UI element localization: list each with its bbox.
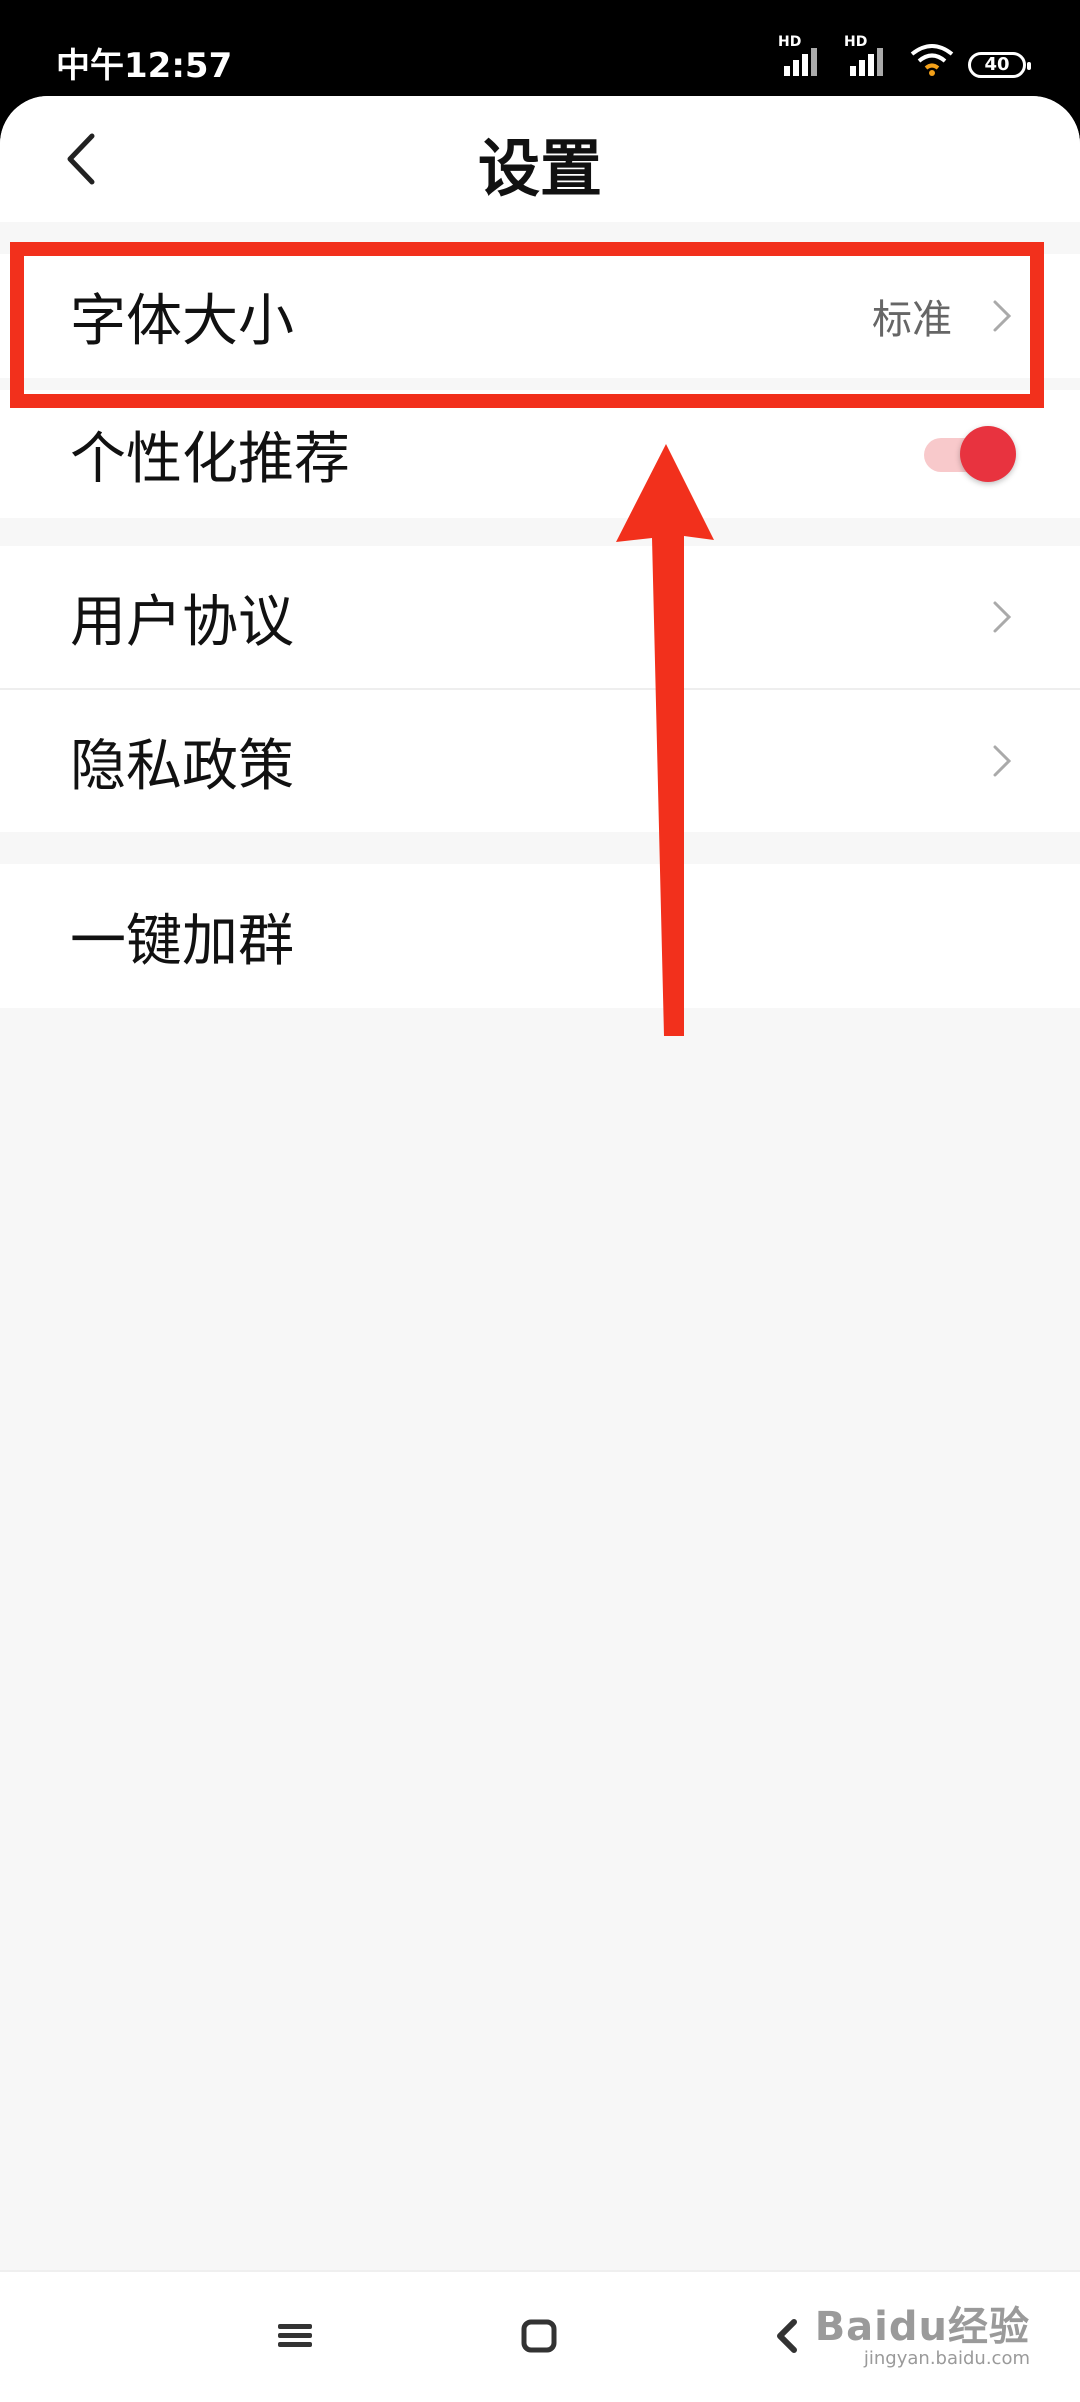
status-bar: 中午12:57 HD HD 40 [0, 0, 1080, 100]
wifi-icon [910, 44, 954, 76]
toggle-knob [960, 426, 1016, 482]
navigation-bar: Baidu经验 jingyan.baidu.com [0, 2270, 1080, 2402]
personalized-recommend-label: 个性化推荐 [70, 426, 350, 492]
join-group-label: 一键加群 [70, 908, 294, 974]
top-bar: 设置 [0, 96, 1080, 222]
join-group-row[interactable]: 一键加群 [0, 864, 1080, 1008]
baidu-watermark: Baidu经验 jingyan.baidu.com [815, 2294, 1030, 2369]
battery-icon: 40 [968, 52, 1031, 78]
personalized-recommend-toggle[interactable] [924, 426, 1016, 482]
user-agreement-label: 用户协议 [70, 589, 294, 655]
menu-icon[interactable] [266, 2306, 326, 2366]
arrow-up-icon [616, 444, 714, 1036]
home-icon[interactable] [510, 2306, 570, 2366]
user-agreement-row[interactable]: 用户协议 [0, 546, 1080, 688]
privacy-policy-label: 隐私政策 [70, 733, 294, 799]
status-time: 中午12:57 [56, 46, 233, 86]
highlight-box [10, 242, 1044, 408]
page-title: 设置 [477, 132, 602, 205]
back-icon[interactable] [758, 2306, 818, 2366]
chevron-right-icon [993, 601, 1012, 633]
privacy-policy-row[interactable]: 隐私政策 [0, 690, 1080, 832]
settings-page: 设置 字体大小 标准 个性化推荐 用户协议 隐私政策 一键加群 [0, 96, 1080, 2400]
chevron-right-icon [993, 745, 1012, 777]
personalized-recommend-row: 个性化推荐 [0, 390, 1080, 518]
status-icons: HD HD 40 [778, 34, 1031, 78]
watermark-brand: Baidu经验 [814, 2304, 1030, 2350]
signal-icon: HD [844, 34, 896, 78]
signal-icon: HD [778, 34, 830, 78]
